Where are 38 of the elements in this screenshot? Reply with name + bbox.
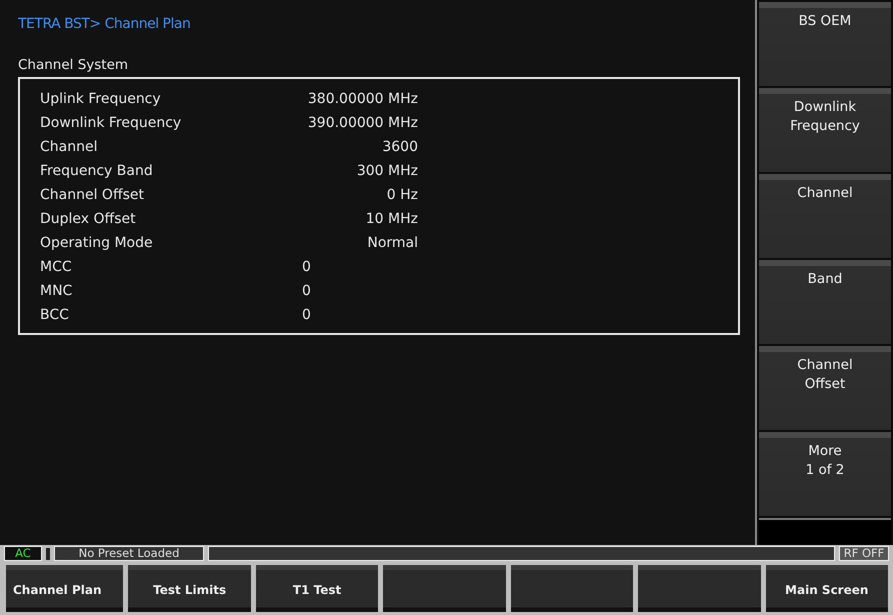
function-key[interactable]: T1 Test [256, 565, 378, 612]
setting-label: MNC [40, 282, 74, 301]
setting-label: Downlink Frequency [40, 114, 182, 133]
setting-value: Normal [366, 234, 418, 253]
setting-label: Frequency Band [40, 162, 154, 181]
function-key[interactable]: Channel Plan [6, 565, 124, 612]
soft-key[interactable]: More 1 of 2 [759, 432, 891, 516]
soft-key[interactable]: Channel [759, 174, 891, 258]
rf-status: RF OFF [839, 546, 889, 561]
function-key[interactable]: Main Screen [766, 565, 888, 612]
setting-label: Channel [40, 138, 98, 157]
blank-function-key[interactable] [510, 565, 634, 612]
setting-label: MCC [40, 258, 73, 277]
setting-value: 300 MHz [356, 162, 418, 181]
power-indicator: AC [4, 546, 42, 561]
setting-value: 0 [301, 306, 311, 325]
soft-key[interactable]: Downlink Frequency [759, 88, 891, 172]
setting-value: 0 Hz [386, 186, 418, 205]
setting-value: 0 [301, 258, 311, 277]
breadcrumb: TETRA BST> Channel Plan [18, 15, 192, 34]
function-key[interactable]: Test Limits [128, 565, 251, 612]
soft-key[interactable]: Channel Offset [759, 346, 891, 430]
setting-value: 10 MHz [364, 210, 418, 229]
setting-label: Channel Offset [40, 186, 145, 205]
setting-value: 3600 [381, 138, 418, 157]
setting-value: 0 [301, 282, 311, 301]
blank-function-key[interactable] [638, 565, 761, 612]
setting-value: 390.00000 MHz [306, 114, 418, 133]
setting-label: Duplex Offset [40, 210, 137, 229]
preset-status: No Preset Loaded [54, 546, 204, 561]
blank-function-key[interactable] [383, 565, 506, 612]
soft-key[interactable]: Band [759, 260, 891, 344]
section-title: Channel System [18, 56, 130, 75]
setting-value: 380.00000 MHz [306, 90, 418, 109]
setting-label: BCC [40, 306, 70, 325]
soft-key[interactable]: BS OEM [759, 2, 891, 86]
setting-label: Operating Mode [40, 234, 154, 253]
setting-label: Uplink Frequency [40, 90, 162, 109]
